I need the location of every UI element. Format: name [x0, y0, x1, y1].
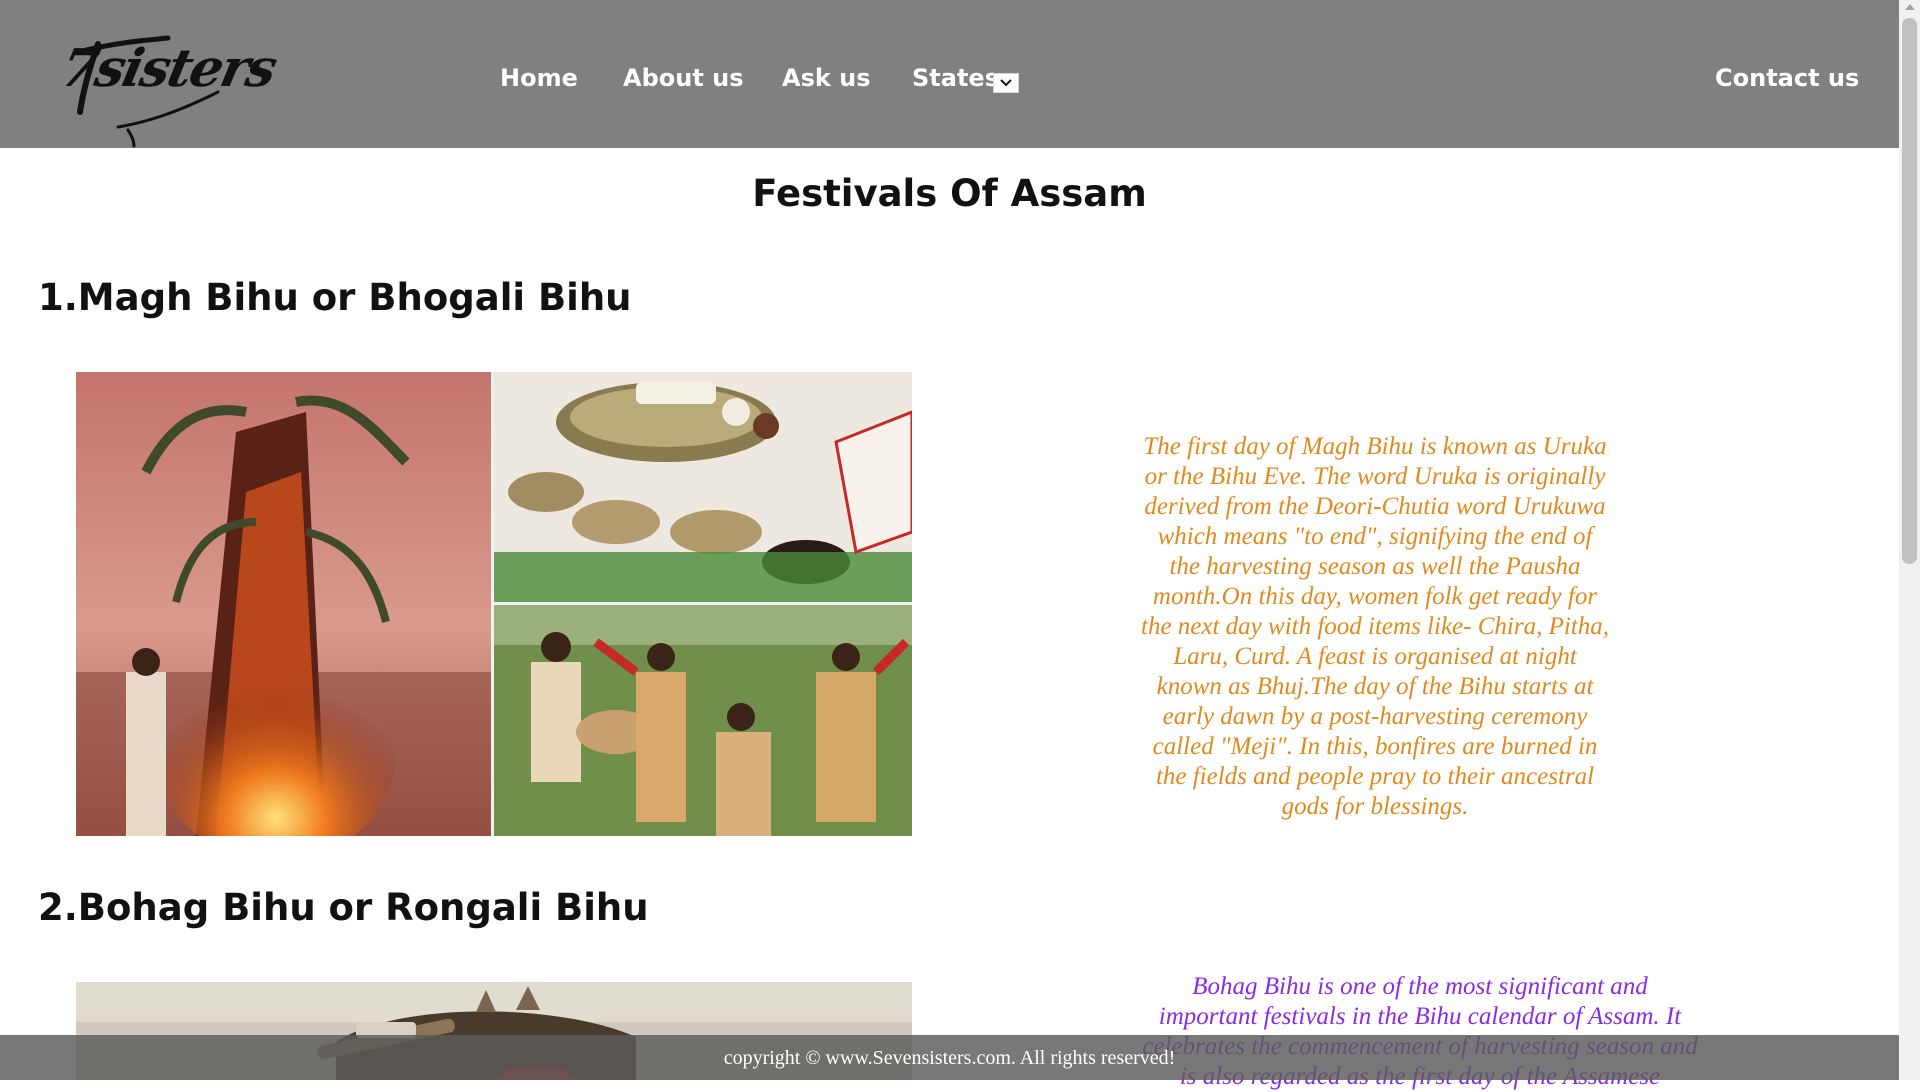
section-title-magh-bihu: 1.Magh Bihu or Bhogali Bihu	[38, 276, 632, 319]
nav-home[interactable]: Home	[500, 64, 578, 92]
chevron-down-icon	[1000, 79, 1012, 87]
scroll-up-arrow-icon[interactable]	[1905, 4, 1915, 10]
nav-states[interactable]: States	[912, 64, 999, 92]
vertical-scrollbar[interactable]	[1899, 0, 1920, 1080]
scrollbar-thumb[interactable]	[1902, 18, 1917, 564]
magh-bihu-collage-image	[76, 372, 912, 836]
states-dropdown-toggle[interactable]	[993, 73, 1019, 93]
site-header: 7sisters Home About us Ask us States Con…	[0, 0, 1899, 148]
logo-text: 7sisters	[55, 38, 281, 99]
page-title: Festivals Of Assam	[752, 172, 1147, 215]
copyright-text: copyright © www.Sevensisters.com. All ri…	[723, 1047, 1176, 1069]
site-logo[interactable]: 7sisters	[56, 24, 281, 148]
magh-bihu-description: The first day of Magh Bihu is known as U…	[1141, 433, 1609, 820]
section-title-bohag-bihu: 2.Bohag Bihu or Rongali Bihu	[38, 886, 649, 929]
nav-contact-us[interactable]: Contact us	[1715, 64, 1859, 92]
nav-about-us[interactable]: About us	[623, 64, 744, 92]
site-footer: copyright © www.Sevensisters.com. All ri…	[0, 1035, 1899, 1080]
nav-ask-us[interactable]: Ask us	[782, 64, 871, 92]
